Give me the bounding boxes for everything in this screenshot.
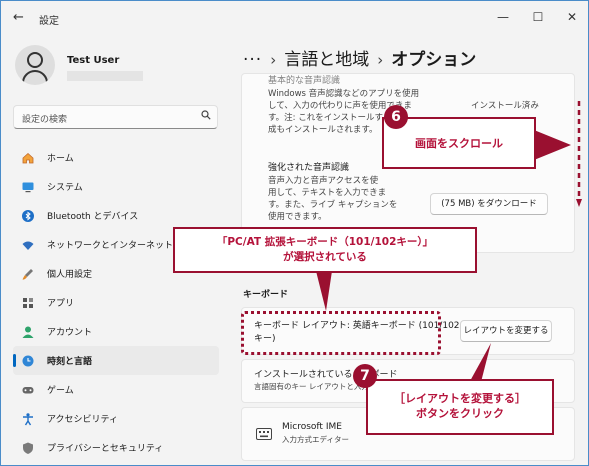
step7-text: ボタンをクリック bbox=[416, 407, 504, 420]
step7-callout: ［レイアウトを変更する］ ボタンをクリック bbox=[366, 379, 554, 435]
step7-text: ［レイアウトを変更する］ bbox=[394, 392, 526, 405]
step6-badge: 6 bbox=[384, 105, 408, 129]
step7-badge: 7 bbox=[353, 364, 377, 388]
step6-text: 画面をスクロール bbox=[415, 137, 503, 150]
callout-line: が選択されている bbox=[283, 251, 367, 263]
settings-window: ← 設定 — ☐ ✕ Test User 設定の検索 ホーム システム Blue… bbox=[0, 0, 589, 466]
keyboard-layout-highlight bbox=[241, 311, 441, 355]
callout-line: 「PC/AT 拡張キーボード（101/102キー）」 bbox=[216, 236, 434, 248]
layout-selected-callout: 「PC/AT 拡張キーボード（101/102キー）」 が選択されている bbox=[173, 227, 477, 273]
